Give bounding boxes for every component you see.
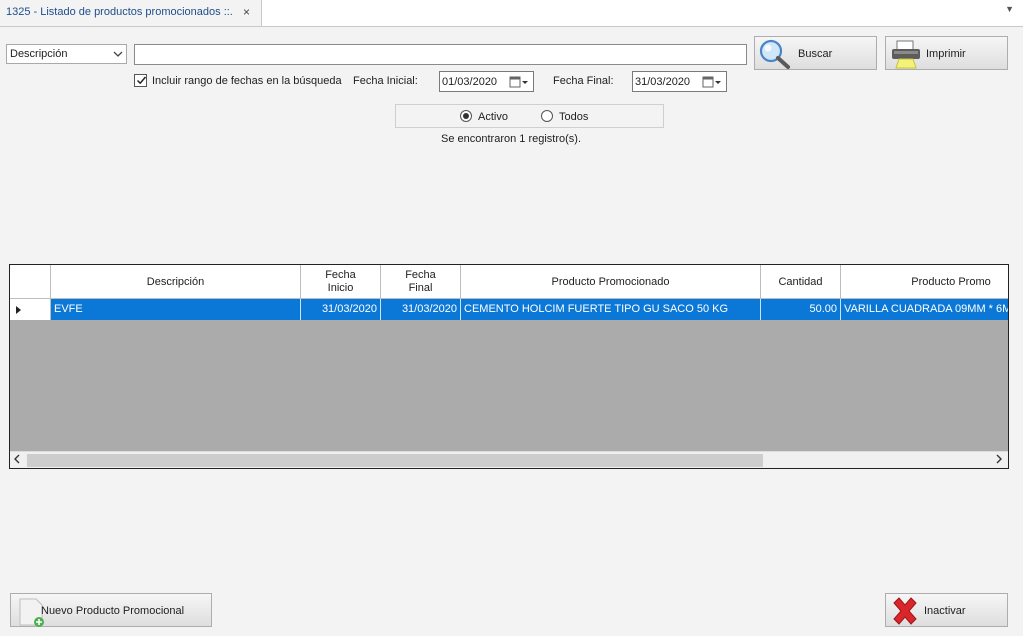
fecha-inicial-label: Fecha Inicial: (353, 75, 418, 87)
radio-todos-label: Todos (559, 111, 589, 123)
include-dates-checkbox[interactable] (134, 74, 147, 87)
fecha-final-value: 31/03/2020 (635, 76, 691, 88)
radio-todos[interactable] (541, 110, 553, 122)
nuevo-producto-promocional-button[interactable]: Nuevo Producto Promocional (10, 593, 212, 627)
imprimir-label: Imprimir (926, 48, 966, 60)
cell-fecha-final[interactable]: 31/03/2020 (381, 299, 461, 320)
calendar-icon[interactable] (702, 75, 722, 89)
close-icon[interactable]: × (243, 5, 250, 19)
scroll-right-icon[interactable] (995, 453, 1003, 468)
fecha-inicial-value: 01/03/2020 (442, 76, 498, 88)
fecha-final-label: Fecha Final: (553, 75, 614, 87)
products-grid: Descripción Fecha Inicio Fecha Final Pro… (9, 264, 1009, 469)
cell-descripcion[interactable]: EVFE (51, 299, 301, 320)
document-tab-strip: 1325 - Listado de productos promocionado… (0, 0, 1023, 27)
magnifier-icon (757, 38, 791, 73)
imprimir-button[interactable]: Imprimir (885, 36, 1008, 70)
column-header-cantidad[interactable]: Cantidad (761, 265, 841, 299)
grid-header: Descripción Fecha Inicio Fecha Final Pro… (10, 265, 1008, 299)
column-header-descripcion[interactable]: Descripción (51, 265, 301, 299)
search-field-combo[interactable]: Descripción (6, 44, 127, 64)
search-field-combo-value: Descripción (10, 48, 68, 60)
column-header-fecha-final[interactable]: Fecha Final (381, 265, 461, 299)
column-header-producto-promocionado[interactable]: Producto Promocionado (461, 265, 761, 299)
fecha-inicial-picker[interactable]: 01/03/2020 (439, 71, 534, 92)
include-dates-label: Incluir rango de fechas en la búsqueda (152, 75, 342, 87)
search-input[interactable] (134, 44, 747, 65)
results-count-text: Se encontraron 1 registro(s). (441, 133, 582, 145)
cell-producto-promo[interactable]: VARILLA CUADRADA 09MM * 6MTS (841, 299, 1008, 320)
scroll-thumb[interactable] (27, 454, 763, 467)
column-header-producto-promo[interactable]: Producto Promo (841, 265, 1008, 299)
tab-menu-icon[interactable]: ▼ (1005, 4, 1014, 14)
cell-producto-promocionado[interactable]: CEMENTO HOLCIM FUERTE TIPO GU SACO 50 KG (461, 299, 761, 320)
buscar-label: Buscar (798, 48, 833, 60)
inactivar-button[interactable]: Inactivar (885, 593, 1008, 627)
inactivar-label: Inactivar (924, 605, 966, 617)
chevron-down-icon (113, 47, 123, 64)
cell-cantidad[interactable]: 50.00 (761, 299, 841, 320)
radio-activo[interactable] (460, 110, 472, 122)
fecha-final-picker[interactable]: 31/03/2020 (632, 71, 727, 92)
grid-header-corner (10, 265, 51, 299)
calendar-icon[interactable] (509, 75, 529, 89)
nuevo-producto-promocional-label: Nuevo Producto Promocional (41, 605, 185, 617)
status-filter-group: Activo Todos (395, 104, 664, 128)
table-row[interactable]: EVFE 31/03/2020 31/03/2020 CEMENTO HOLCI… (10, 299, 1008, 320)
column-header-fecha-inicio[interactable]: Fecha Inicio (301, 265, 381, 299)
horizontal-scrollbar[interactable] (10, 451, 1008, 468)
tab-listado-productos[interactable]: 1325 - Listado de productos promocionado… (0, 0, 262, 26)
red-x-icon (890, 596, 920, 629)
radio-activo-label: Activo (478, 111, 508, 123)
printer-icon (890, 39, 922, 72)
buscar-button[interactable]: Buscar (754, 36, 877, 70)
cell-fecha-inicio[interactable]: 31/03/2020 (301, 299, 381, 320)
check-icon (136, 72, 147, 86)
row-header[interactable] (10, 299, 51, 320)
tab-title: 1325 - Listado de productos promocionado… (6, 6, 233, 18)
scroll-left-icon[interactable] (13, 453, 21, 468)
